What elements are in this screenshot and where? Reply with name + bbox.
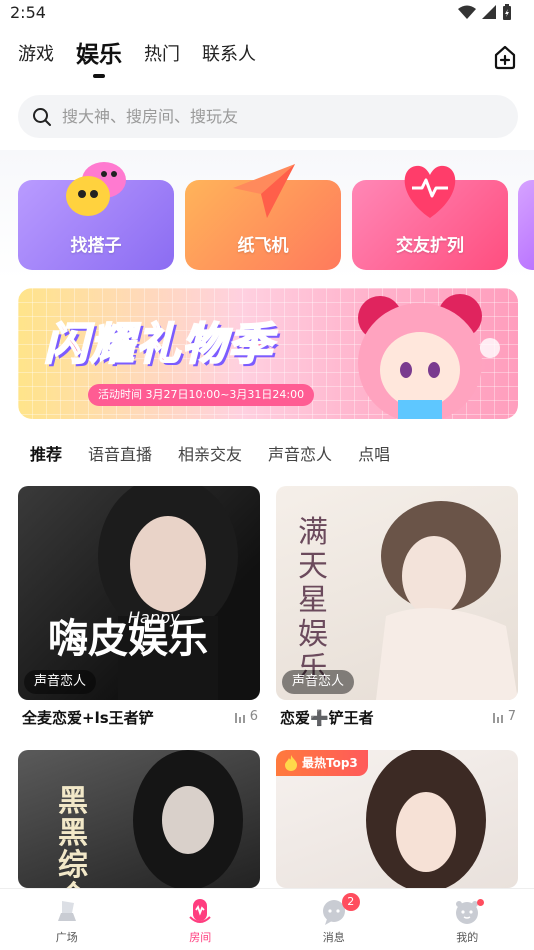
banner-date: 活动时间 3月27日10:00~3月31日24:00 <box>88 384 315 406</box>
subtab-recommend[interactable]: 推荐 <box>30 444 63 466</box>
plaza-icon <box>57 901 76 921</box>
search-input[interactable] <box>62 107 482 126</box>
status-bar: 2:54 <box>0 0 534 26</box>
room-cover: 黑黑综合 <box>18 750 260 888</box>
feature-card-more[interactable] <box>518 180 534 270</box>
feature-card-make-friends[interactable]: 交友扩列 <box>352 165 508 270</box>
tab-contacts[interactable]: 联系人 <box>202 42 256 68</box>
count-value: 7 <box>507 709 516 724</box>
room-title: 恋爱➕铲王者 <box>280 709 374 727</box>
signal-icon <box>482 5 496 19</box>
promo-banner[interactable]: 闪耀礼物季 活动时间 3月27日10:00~3月31日24:00 <box>18 288 518 419</box>
nav-label: 广场 <box>55 931 78 944</box>
subtab-song-request[interactable]: 点唱 <box>358 444 390 466</box>
room-cover-art <box>98 486 238 700</box>
hot-badge-text: 最热Top3 <box>302 756 358 770</box>
room-card[interactable]: 黑黑综合 <box>18 750 260 888</box>
search-icon <box>33 107 51 126</box>
room-card[interactable]: 嗨皮娱乐 Happy 声音恋人 全麦恋爱+ls王者铲 6 <box>18 486 260 727</box>
ghost-mascot-icon <box>66 162 126 216</box>
subtab-voice-live[interactable]: 语音直播 <box>88 444 152 466</box>
bar-chart-icon <box>492 712 503 723</box>
subtab-dating[interactable]: 相亲交友 <box>178 444 242 466</box>
room-title: 全麦恋爱+ls王者铲 <box>22 709 154 727</box>
flame-icon <box>285 755 297 771</box>
room-cover-subtext: Happy <box>128 608 180 627</box>
room-cover-text: 黑黑综合 <box>58 784 88 889</box>
room-category-tag: 声音恋人 <box>24 670 97 694</box>
count-value: 6 <box>249 709 258 724</box>
search-box[interactable] <box>18 95 518 138</box>
heart-icon <box>404 165 456 218</box>
room-listener-count: 6 <box>234 709 258 724</box>
message-count-badge: 2 <box>341 893 360 911</box>
feature-label: 纸飞机 <box>237 236 289 256</box>
room-listener-count: 7 <box>492 709 516 724</box>
feature-cards: 找搭子 纸飞机 交友扩列 <box>0 150 534 280</box>
tab-hot[interactable]: 热门 <box>144 42 180 68</box>
top-tabs: 游戏 娱乐 热门 联系人 <box>18 42 256 78</box>
room-card[interactable]: 满天星娱乐 声音恋人 恋爱➕铲王者 7 <box>276 486 518 727</box>
microphone-icon <box>189 899 211 923</box>
bottom-nav: 广场 房间 2 消息 我的 <box>0 888 534 950</box>
room-cover: 满天星娱乐 声音恋人 <box>276 486 518 700</box>
room-cover: 嗨皮娱乐 Happy 声音恋人 <box>18 486 260 700</box>
create-room-icon[interactable] <box>492 44 518 70</box>
room-cover: 最热Top3 <box>276 750 518 888</box>
battery-icon <box>503 4 511 20</box>
nav-plaza[interactable]: 广场 <box>0 889 134 950</box>
room-category-tag: 声音恋人 <box>282 670 355 694</box>
feature-label: 交友扩列 <box>396 236 464 256</box>
hot-badge: 最热Top3 <box>276 750 368 776</box>
paper-plane-icon <box>233 164 295 218</box>
nav-label: 房间 <box>189 931 212 944</box>
wifi-icon <box>458 5 476 19</box>
status-time: 2:54 <box>10 3 46 22</box>
room-cover-text: 满天星娱乐 <box>298 515 328 686</box>
room-card[interactable]: 最热Top3 <box>276 750 518 888</box>
tab-entertainment[interactable]: 娱乐 <box>76 42 122 78</box>
feature-card-find-partner[interactable]: 找搭子 <box>18 162 174 270</box>
nav-label: 我的 <box>456 931 479 944</box>
subtab-voice-lover[interactable]: 声音恋人 <box>268 444 332 466</box>
nav-label: 消息 <box>322 931 345 944</box>
notification-dot <box>477 899 485 906</box>
nav-profile[interactable]: 我的 <box>401 889 534 950</box>
nav-rooms[interactable]: 房间 <box>134 889 268 950</box>
banner-title: 闪耀礼物季 <box>43 318 274 371</box>
nav-messages[interactable]: 2 消息 <box>267 889 401 950</box>
status-icons <box>458 4 512 20</box>
feature-label: 找搭子 <box>70 236 122 256</box>
room-cover-art <box>133 750 243 888</box>
sub-tabs: 推荐 语音直播 相亲交友 声音恋人 点唱 <box>30 444 390 466</box>
bar-chart-icon <box>234 712 245 723</box>
feature-card-paper-plane[interactable]: 纸飞机 <box>185 164 341 270</box>
tab-games[interactable]: 游戏 <box>18 42 54 68</box>
anime-girl-illustration <box>358 294 500 419</box>
